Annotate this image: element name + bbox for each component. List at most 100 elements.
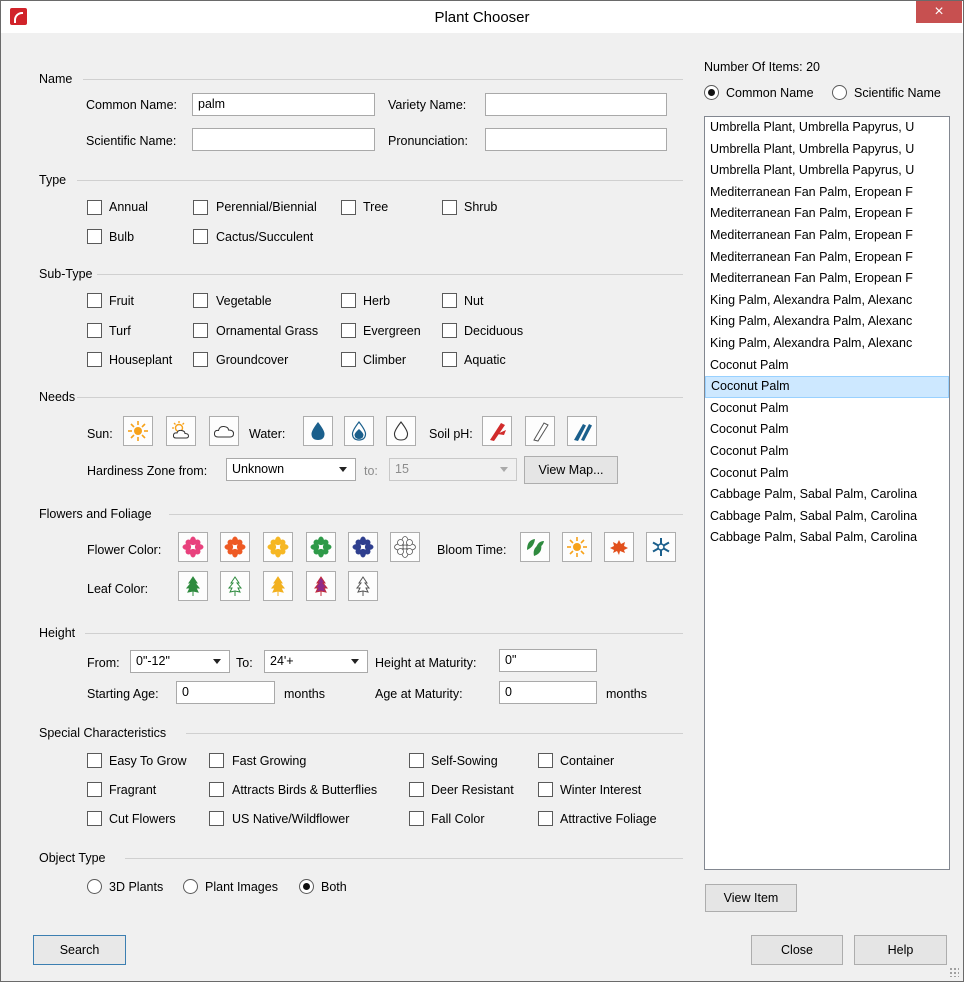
- flower-color-blue-button[interactable]: [348, 532, 378, 562]
- checkbox-container[interactable]: [538, 753, 553, 768]
- checkbox-winter-interest[interactable]: [538, 782, 553, 797]
- checkbox-herb[interactable]: [341, 293, 356, 308]
- list-item[interactable]: Coconut Palm: [705, 419, 949, 441]
- checkbox-tree[interactable]: [341, 200, 356, 215]
- checkbox-shrub[interactable]: [442, 200, 457, 215]
- soil-alkaline-button[interactable]: [567, 416, 597, 446]
- help-button[interactable]: Help: [854, 935, 947, 965]
- list-item[interactable]: King Palm, Alexandra Palm, Alexanc: [705, 290, 949, 312]
- radio-both[interactable]: [299, 879, 314, 894]
- variety-name-input[interactable]: [485, 93, 667, 116]
- list-item[interactable]: King Palm, Alexandra Palm, Alexanc: [705, 311, 949, 333]
- leaf-color-yellow-button[interactable]: [263, 571, 293, 601]
- height-from-dropdown[interactable]: 0"-12": [130, 650, 230, 673]
- checkbox-ornamental-grass[interactable]: [193, 323, 208, 338]
- list-item[interactable]: Coconut Palm: [705, 355, 949, 377]
- water-high-button[interactable]: [303, 416, 333, 446]
- pronunciation-input[interactable]: [485, 128, 667, 151]
- list-item-selected[interactable]: Coconut Palm: [705, 376, 949, 398]
- checkbox-climber[interactable]: [341, 352, 356, 367]
- checkbox-turf[interactable]: [87, 323, 102, 338]
- flower-color-orange-button[interactable]: [220, 532, 250, 562]
- list-item[interactable]: Mediterranean Fan Palm, Eropean F: [705, 247, 949, 269]
- height-to-value: 24'+: [270, 654, 294, 668]
- checkbox-attracts-birds-butterflies[interactable]: [209, 782, 224, 797]
- shade-button[interactable]: [209, 416, 239, 446]
- checkbox-fall-color[interactable]: [409, 811, 424, 826]
- leaf-color-light-button[interactable]: [220, 571, 250, 601]
- list-item[interactable]: Coconut Palm: [705, 398, 949, 420]
- height-at-maturity-input[interactable]: 0": [499, 649, 597, 672]
- partial-sun-button[interactable]: [166, 416, 196, 446]
- list-item[interactable]: Mediterranean Fan Palm, Eropean F: [705, 268, 949, 290]
- radio-plant-images[interactable]: [183, 879, 198, 894]
- close-button[interactable]: Close: [751, 935, 843, 965]
- checkbox-perennial-biennial[interactable]: [193, 200, 208, 215]
- checkbox-fragrant[interactable]: [87, 782, 102, 797]
- full-sun-button[interactable]: [123, 416, 153, 446]
- leaf-color-purple-button[interactable]: [306, 571, 336, 601]
- radio-sort-common-name[interactable]: [704, 85, 719, 100]
- view-item-button[interactable]: View Item: [705, 884, 797, 912]
- age-at-maturity-input[interactable]: 0: [499, 681, 597, 704]
- checkbox-us-native-wildflower[interactable]: [209, 811, 224, 826]
- view-map-button[interactable]: View Map...: [524, 456, 618, 484]
- soil-acidic-button[interactable]: [482, 416, 512, 446]
- radio-sort-scientific-name[interactable]: [832, 85, 847, 100]
- checkbox-attractive-foliage[interactable]: [538, 811, 553, 826]
- list-item[interactable]: Mediterranean Fan Palm, Eropean F: [705, 225, 949, 247]
- list-item[interactable]: King Palm, Alexandra Palm, Alexanc: [705, 333, 949, 355]
- flower-color-pink-button[interactable]: [178, 532, 208, 562]
- checkbox-vegetable[interactable]: [193, 293, 208, 308]
- leaf-color-outline-button[interactable]: [348, 571, 378, 601]
- water-medium-button[interactable]: [344, 416, 374, 446]
- flower-color-green-button[interactable]: [306, 532, 336, 562]
- list-item[interactable]: Mediterranean Fan Palm, Eropean F: [705, 182, 949, 204]
- flower-color-yellow-button[interactable]: [263, 532, 293, 562]
- bloom-winter-button[interactable]: [646, 532, 676, 562]
- checkbox-aquatic[interactable]: [442, 352, 457, 367]
- checkbox-deer-resistant[interactable]: [409, 782, 424, 797]
- checkbox-fast-growing[interactable]: [209, 753, 224, 768]
- checkbox-houseplant[interactable]: [87, 352, 102, 367]
- checkbox-cactus-succulent[interactable]: [193, 229, 208, 244]
- scientific-name-input[interactable]: [192, 128, 375, 151]
- list-item[interactable]: Umbrella Plant, Umbrella Papyrus, U: [705, 139, 949, 161]
- starting-age-input[interactable]: 0: [176, 681, 275, 704]
- soil-neutral-button[interactable]: [525, 416, 555, 446]
- checkbox-bulb[interactable]: [87, 229, 102, 244]
- water-low-button[interactable]: [386, 416, 416, 446]
- list-item[interactable]: Cabbage Palm, Sabal Palm, Carolina: [705, 506, 949, 528]
- list-item[interactable]: Cabbage Palm, Sabal Palm, Carolina: [705, 527, 949, 549]
- hardiness-from-dropdown[interactable]: Unknown: [226, 458, 356, 481]
- bloom-spring-button[interactable]: [520, 532, 550, 562]
- list-item[interactable]: Mediterranean Fan Palm, Eropean F: [705, 203, 949, 225]
- list-item[interactable]: Umbrella Plant, Umbrella Papyrus, U: [705, 117, 949, 139]
- checkbox-cut-flowers[interactable]: [87, 811, 102, 826]
- search-button[interactable]: Search: [33, 935, 126, 965]
- resize-grip-icon[interactable]: [949, 967, 959, 977]
- bloom-fall-button[interactable]: [604, 532, 634, 562]
- height-to-dropdown[interactable]: 24'+: [264, 650, 368, 673]
- results-list[interactable]: Umbrella Plant, Umbrella Papyrus, U Umbr…: [704, 116, 950, 870]
- leaf-color-green-button[interactable]: [178, 571, 208, 601]
- checkbox-easy-to-grow[interactable]: [87, 753, 102, 768]
- checkbox-deciduous[interactable]: [442, 323, 457, 338]
- divider: [186, 733, 683, 734]
- checkbox-groundcover[interactable]: [193, 352, 208, 367]
- flower-color-white-button[interactable]: [390, 532, 420, 562]
- bloom-summer-button[interactable]: [562, 532, 592, 562]
- radio-3d-plants[interactable]: [87, 879, 102, 894]
- hardiness-to-dropdown[interactable]: 15: [389, 458, 517, 481]
- list-item[interactable]: Umbrella Plant, Umbrella Papyrus, U: [705, 160, 949, 182]
- checkbox-evergreen[interactable]: [341, 323, 356, 338]
- checkbox-self-sowing[interactable]: [409, 753, 424, 768]
- list-item[interactable]: Coconut Palm: [705, 441, 949, 463]
- list-item[interactable]: Coconut Palm: [705, 463, 949, 485]
- common-name-input[interactable]: palm: [192, 93, 375, 116]
- window-close-button[interactable]: ×: [916, 1, 962, 23]
- checkbox-nut[interactable]: [442, 293, 457, 308]
- checkbox-fruit[interactable]: [87, 293, 102, 308]
- checkbox-annual[interactable]: [87, 200, 102, 215]
- list-item[interactable]: Cabbage Palm, Sabal Palm, Carolina: [705, 484, 949, 506]
